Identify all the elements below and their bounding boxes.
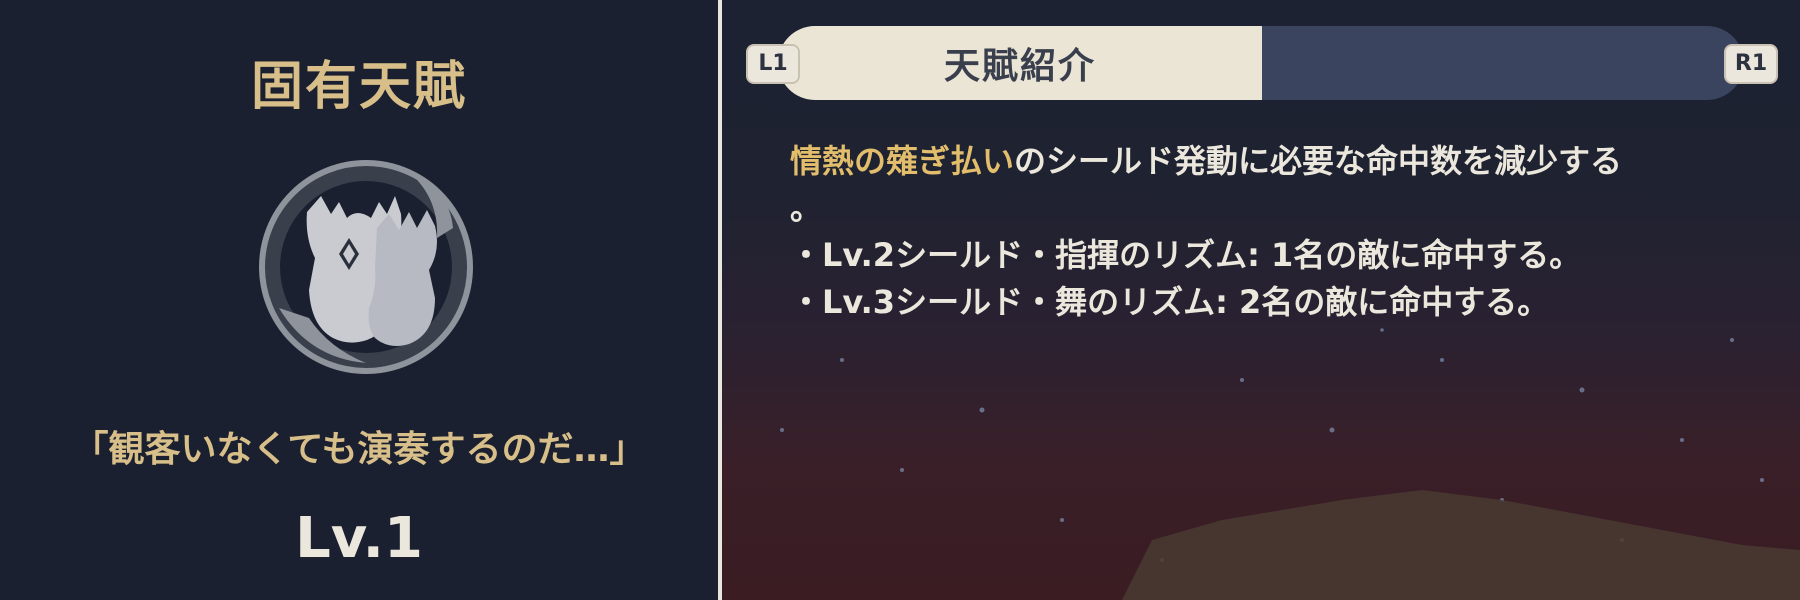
tab-talent-description[interactable]: 天賦紹介 xyxy=(778,26,1262,100)
talent-description: 情熱の薙ぎ払いのシールド発動に必要な命中数を減少する 。 ・Lv.2シールド・指… xyxy=(790,138,1780,326)
description-line-1-text: のシールド発動に必要な命中数を減少する xyxy=(1014,142,1623,180)
talent-info-panel: 固有天賦 「観客いなくても演奏するのだ…」 Lv.1 xyxy=(0,0,718,600)
talent-level: Lv.1 xyxy=(295,506,423,571)
description-line-3: ・Lv.2シールド・指揮のリズム: 1名の敵に命中する。 xyxy=(790,236,1582,274)
description-line-1: 情熱の薙ぎ払いのシールド発動に必要な命中数を減少する xyxy=(790,138,1780,185)
l1-button[interactable]: L1 xyxy=(746,44,800,84)
dual-horned-shield-emblem-icon xyxy=(259,160,473,374)
description-line-2: 。 xyxy=(790,189,823,227)
talent-detail-panel: 天賦紹介 L1 R1 情熱の薙ぎ払いのシールド発動に必要な命中数を減少する 。 … xyxy=(722,0,1800,600)
description-line-4: ・Lv.3シールド・舞のリズム: 2名の敵に命中する。 xyxy=(790,283,1550,321)
r1-button[interactable]: R1 xyxy=(1724,44,1778,84)
talent-screen: 固有天賦 「観客いなくても演奏するのだ…」 Lv.1 天賦紹介 L1 R1 情熱… xyxy=(0,0,1800,600)
tab-bar: 天賦紹介 xyxy=(778,26,1744,100)
skill-name-highlight: 情熱の薙ぎ払い xyxy=(790,142,1015,180)
talent-type-title: 固有天賦 xyxy=(250,57,467,117)
talent-quote: 「観客いなくても演奏するのだ…」 xyxy=(72,429,646,470)
tab-talent-description-label: 天賦紹介 xyxy=(943,46,1096,87)
